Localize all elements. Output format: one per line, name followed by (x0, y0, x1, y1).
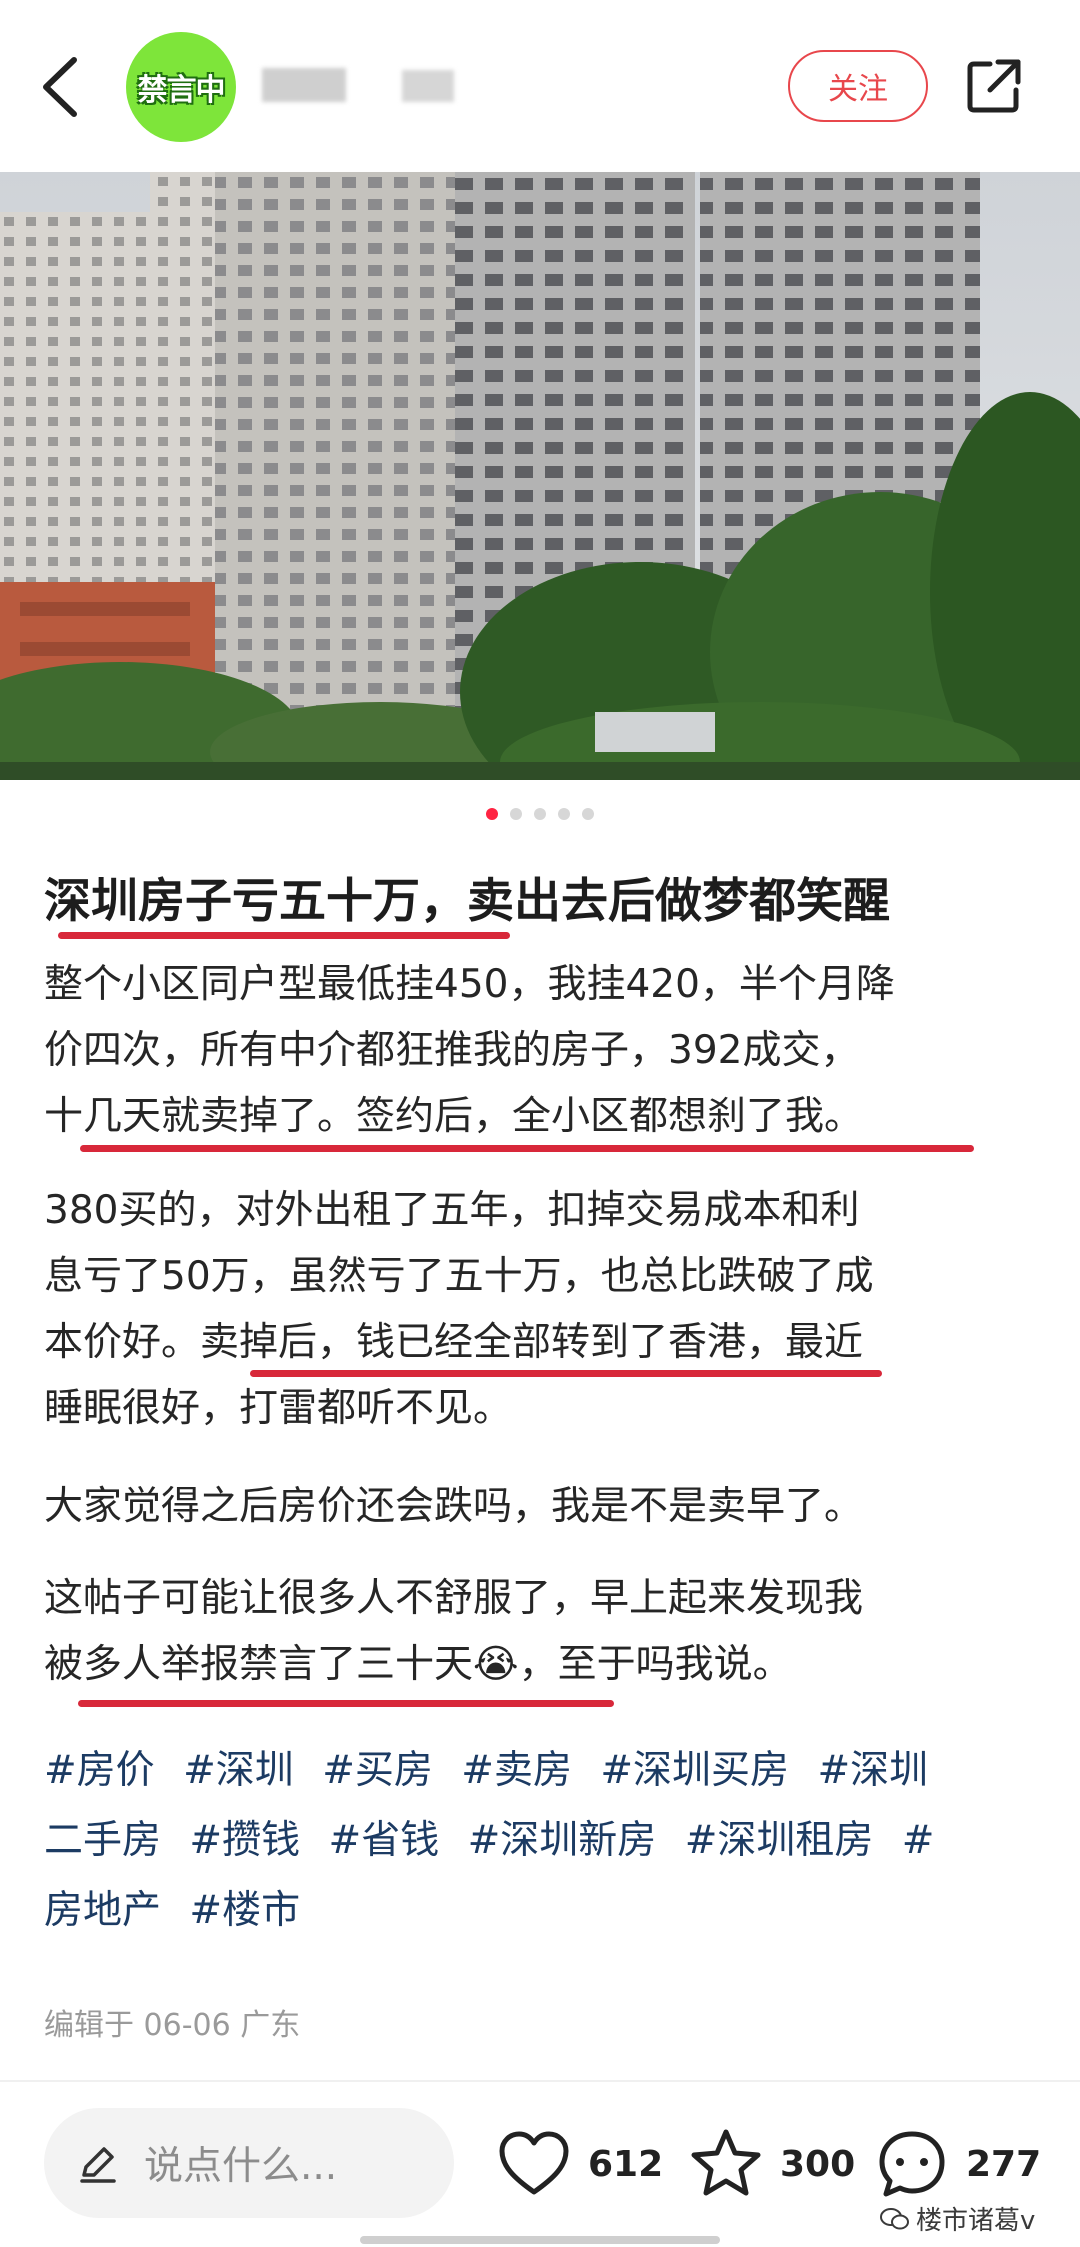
star-icon (691, 2129, 761, 2196)
collect-button[interactable]: 300 (686, 2116, 855, 2212)
paragraph-line: 380买的，对外出租了五年，扣掉交易成本和利 (44, 1188, 860, 1233)
share-icon[interactable] (964, 56, 1024, 116)
comment-count: 277 (966, 2143, 1042, 2185)
avatar-badge-text: 禁言中 (137, 73, 226, 108)
tag-line: 房地产 #楼市 (44, 1876, 1044, 1946)
hashtag[interactable]: #攒钱 (189, 1818, 300, 1863)
post-image[interactable] (0, 172, 1080, 780)
follow-button[interactable]: 关注 (788, 50, 928, 122)
gallery-dot[interactable] (510, 808, 522, 820)
gallery-dot[interactable] (558, 808, 570, 820)
wechat-icon (880, 2207, 909, 2229)
gallery-indicator (0, 808, 1080, 820)
star-count: 300 (780, 2143, 856, 2185)
paragraph-2: 380买的，对外出租了五年，扣掉交易成本和利 息亏了50万，虽然亏了五十万，也总… (44, 1178, 1044, 1442)
like-button[interactable]: 612 (494, 2116, 663, 2212)
watermark: 楼市诸葛v (880, 2200, 1035, 2237)
hashtag[interactable]: #卖房 (461, 1748, 572, 1793)
hashtag[interactable]: #楼市 (189, 1888, 300, 1933)
top-bar: 禁言中 关注 (0, 0, 1080, 172)
hashtag-list: #房价 #深圳 #买房 #卖房 #深圳买房 #深圳 二手房 #攒钱 #省钱 #深… (44, 1736, 1044, 1946)
paragraph-line: 本价好。卖掉后，钱已经全部转到了香港，最近 (44, 1320, 864, 1365)
hashtag[interactable]: 房地产 (44, 1888, 161, 1933)
comment-bubble-icon (879, 2131, 945, 2197)
paragraph-4: 这帖子可能让很多人不舒服了，早上起来发现我 被多人举报禁言了三十天😭，至于吗我说… (44, 1566, 1044, 1698)
hashtag[interactable]: # (902, 1818, 935, 1863)
hashtag[interactable]: #深圳租房 (685, 1818, 874, 1863)
hashtag[interactable]: #深圳 (183, 1748, 294, 1793)
post-meta: 编辑于 06-06 广东 (44, 2008, 301, 2043)
divider (0, 2080, 1080, 2082)
gallery-dot[interactable] (534, 808, 546, 820)
blurred-username-extra (402, 70, 454, 102)
comment-input[interactable]: 说点什么... (44, 2108, 454, 2218)
hashtag[interactable]: #深圳买房 (600, 1748, 789, 1793)
hashtag[interactable]: #深圳新房 (468, 1818, 657, 1863)
hashtag[interactable]: #深圳 (817, 1748, 928, 1793)
blurred-username[interactable] (262, 68, 346, 102)
paragraph-1: 整个小区同户型最低挂450，我挂420，半个月降 价四次，所有中介都狂推我的房子… (44, 952, 1044, 1150)
paragraph-underline (80, 1145, 974, 1152)
paragraph-line: 大家觉得之后房价还会跌吗，我是不是卖早了。 (44, 1484, 864, 1529)
back-icon[interactable] (38, 52, 88, 122)
like-count: 612 (588, 2143, 664, 2185)
avatar[interactable]: 禁言中 (126, 32, 236, 142)
paragraph-line: 这帖子可能让很多人不舒服了，早上起来发现我 (44, 1576, 864, 1621)
title-underline (58, 932, 510, 939)
paragraph-underline (78, 1700, 614, 1707)
paragraph-line: 睡眠很好，打雷都听不见。 (44, 1386, 513, 1431)
gallery-dot-active[interactable] (486, 808, 498, 820)
paragraph-underline (250, 1370, 882, 1377)
paragraph-line: 息亏了50万，虽然亏了五十万，也总比跌破了成 (44, 1254, 874, 1299)
paragraph-3: 大家觉得之后房价还会跌吗，我是不是卖早了。 (44, 1474, 1044, 1540)
hashtag[interactable]: 二手房 (44, 1818, 161, 1863)
tag-line: 二手房 #攒钱 #省钱 #深圳新房 #深圳租房 # (44, 1806, 1044, 1876)
comment-placeholder: 说点什么... (144, 2144, 338, 2189)
post-title: 深圳房子亏五十万，卖出去后做梦都笑醒 (44, 874, 890, 929)
paragraph-line: 整个小区同户型最低挂450，我挂420，半个月降 (44, 962, 895, 1007)
heart-icon (499, 2131, 569, 2195)
paragraph-line: 价四次，所有中介都狂推我的房子，392成交， (44, 1028, 860, 1073)
comment-button[interactable]: 277 (872, 2116, 1041, 2212)
tag-line: #房价 #深圳 #买房 #卖房 #深圳买房 #深圳 (44, 1736, 1044, 1806)
pencil-icon (80, 2147, 116, 2183)
paragraph-line: 十几天就卖掉了。签约后，全小区都想刹了我。 (44, 1094, 864, 1139)
gallery-dot[interactable] (582, 808, 594, 820)
hashtag[interactable]: #买房 (322, 1748, 433, 1793)
paragraph-line: 被多人举报禁言了三十天😭，至于吗我说。 (44, 1642, 792, 1687)
hashtag[interactable]: #房价 (44, 1748, 155, 1793)
home-indicator[interactable] (360, 2236, 720, 2244)
watermark-text: 楼市诸葛v (916, 2206, 1036, 2236)
hashtag[interactable]: #省钱 (329, 1818, 440, 1863)
